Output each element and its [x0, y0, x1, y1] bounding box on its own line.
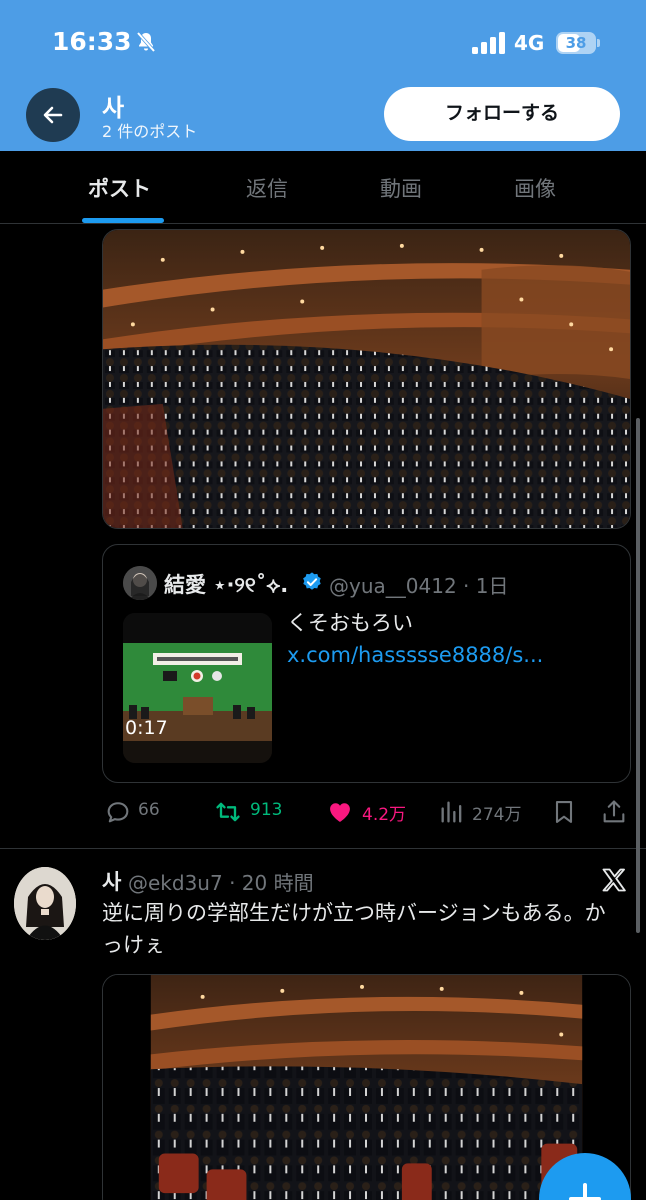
plus-icon: [569, 1183, 601, 1200]
verified-badge-icon: [303, 572, 321, 590]
post-image[interactable]: [102, 229, 631, 529]
views-chart-icon: [441, 801, 462, 823]
post-action-bar: 66 913 4.2万 274万: [0, 794, 646, 830]
post-divider: [0, 848, 646, 849]
reply-icon: [107, 802, 129, 823]
views-button[interactable]: 274万: [438, 794, 534, 830]
tab-posts[interactable]: ポスト: [88, 173, 151, 203]
back-button[interactable]: [26, 88, 80, 142]
quoted-avatar[interactable]: [123, 566, 157, 600]
author-handle[interactable]: @ekd3u7 · 20 時間: [128, 867, 314, 896]
quoted-post[interactable]: 結愛 ⋆·୨୧˚⟡. @yua__0412 · 1日 0:17 くそおもろい x…: [102, 544, 631, 783]
signal-bars-icon: [472, 32, 505, 54]
like-button[interactable]: 4.2万: [326, 794, 416, 830]
profile-header: 16:33 4G 38 사 2 件のポスト フォローする: [0, 0, 646, 151]
share-button[interactable]: [600, 794, 628, 830]
quoted-video-thumbnail[interactable]: [123, 613, 272, 763]
bell-muted-icon: [136, 31, 156, 53]
profile-tabs: ポスト 返信 動画 画像: [0, 151, 646, 224]
bookmark-icon: [555, 801, 573, 823]
reply-button[interactable]: 66: [104, 794, 174, 830]
video-duration: 0:17: [125, 717, 168, 739]
view-count: 274万: [472, 805, 522, 825]
avatar-photo: [14, 867, 76, 940]
follow-button[interactable]: フォローする: [384, 87, 620, 141]
repost-count: 913: [250, 800, 283, 820]
quoted-text-body: くそおもろい: [287, 611, 413, 635]
tab-replies[interactable]: 返信: [246, 173, 288, 203]
quoted-link[interactable]: x.com/hassssse8888/s...: [287, 643, 543, 667]
status-bar: 16:33 4G 38: [0, 0, 646, 84]
quoted-text: くそおもろい x.com/hassssse8888/s...: [287, 607, 617, 671]
repost-button[interactable]: 913: [214, 794, 294, 830]
status-time: 16:33: [52, 27, 132, 56]
battery-level: 38: [565, 34, 587, 52]
bookmark-button[interactable]: [550, 794, 578, 830]
avatar-photo: [123, 566, 157, 600]
post-count: 2 件のポスト: [102, 122, 198, 141]
arrow-left-icon: [43, 106, 63, 124]
quoted-name: 結愛 ⋆·୨୧˚⟡.: [164, 573, 289, 597]
like-count: 4.2万: [362, 805, 407, 825]
tab-videos[interactable]: 動画: [380, 173, 422, 203]
battery-icon: 38: [556, 32, 600, 54]
active-tab-indicator: [82, 218, 164, 223]
scrollbar[interactable]: [636, 418, 640, 933]
auditorium-photo: [103, 230, 630, 528]
quoted-handle: @yua__0412 · 1日: [329, 574, 509, 598]
reply-count: 66: [138, 800, 160, 820]
network-type: 4G: [514, 31, 545, 55]
ceremony-photo: [123, 613, 272, 763]
author-avatar[interactable]: [14, 867, 76, 940]
share-icon: [603, 800, 625, 823]
heart-filled-icon: [330, 803, 350, 822]
repost-icon: [216, 802, 240, 822]
post-text: 逆に周りの学部生だけが立つ時バージョンもある。かっけぇ: [102, 901, 606, 957]
author-name[interactable]: 사: [102, 866, 121, 896]
x-logo-icon: [602, 868, 626, 892]
tab-images[interactable]: 画像: [514, 173, 556, 203]
